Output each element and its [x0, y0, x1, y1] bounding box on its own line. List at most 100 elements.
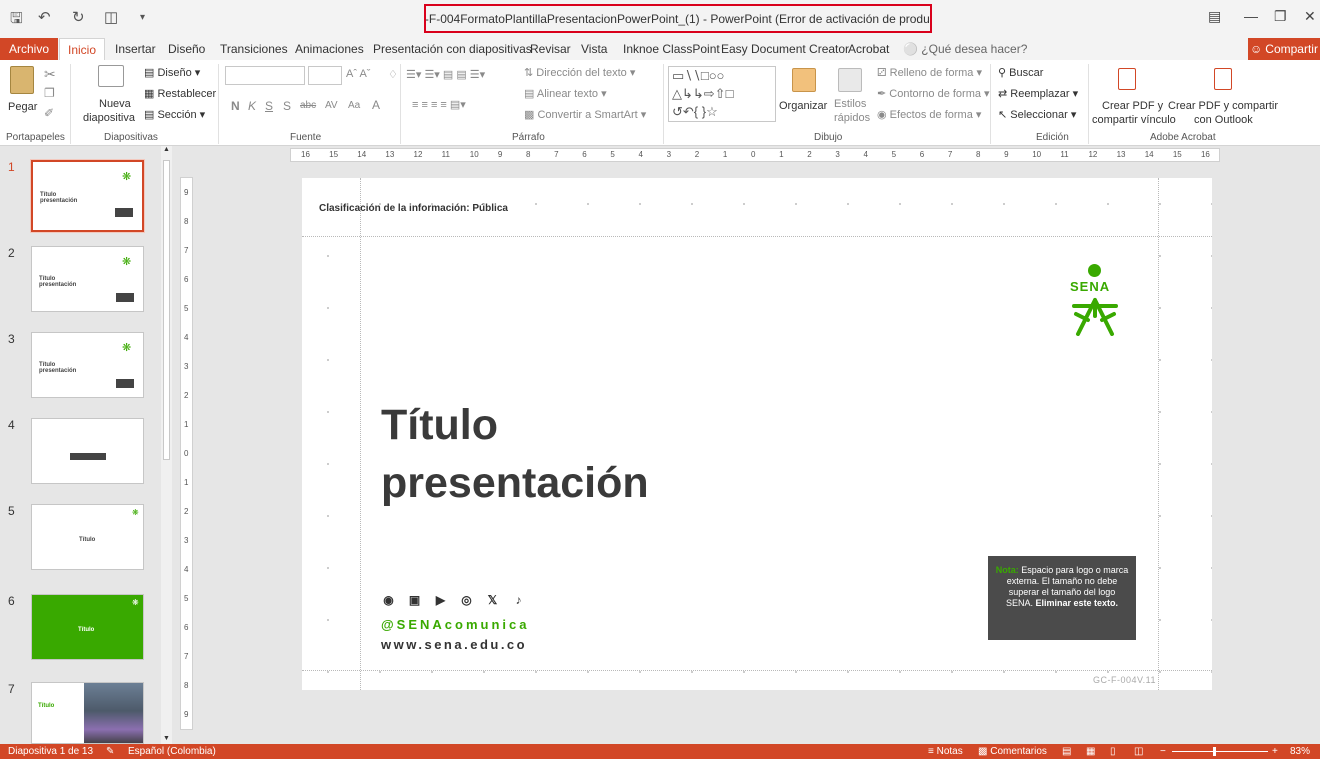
- slideshow-icon[interactable]: ◫: [1134, 746, 1143, 757]
- layout-button[interactable]: ▤ Diseño ▾: [144, 66, 200, 79]
- tell-me-search[interactable]: ⚪ ¿Qué desea hacer?: [903, 42, 1027, 56]
- align-text-button[interactable]: ▤ Alinear texto ▾: [524, 87, 607, 100]
- tab-easy-document[interactable]: Easy Document Creator: [721, 42, 849, 56]
- thumbnail-slide-3[interactable]: Título presentación ❋: [31, 332, 144, 398]
- italic-button[interactable]: K: [248, 99, 256, 113]
- tab-classpoint[interactable]: Inknoe ClassPoint: [623, 42, 720, 56]
- pdf-link-icon[interactable]: [1118, 68, 1136, 90]
- scroll-up-icon[interactable]: ▲: [163, 146, 170, 153]
- sena-logo[interactable]: SENA: [1064, 264, 1124, 336]
- instagram-icon[interactable]: ◎: [459, 593, 474, 608]
- pdf-outlook-icon[interactable]: [1214, 68, 1232, 90]
- font-size-select[interactable]: [308, 66, 342, 85]
- change-case-button[interactable]: Aa: [348, 100, 360, 111]
- reading-view-icon[interactable]: ▯: [1110, 746, 1116, 757]
- thumbnail-slide-7[interactable]: Título: [31, 682, 144, 744]
- zoom-out-button[interactable]: −: [1160, 746, 1166, 757]
- tab-vista[interactable]: Vista: [581, 42, 607, 56]
- facebook-icon[interactable]: ◉: [381, 593, 396, 608]
- tab-inicio[interactable]: Inicio: [59, 38, 105, 61]
- undo-icon[interactable]: ↶: [38, 8, 51, 26]
- align-icons[interactable]: ≡ ≡ ≡ ≡ ▤▾: [412, 98, 466, 111]
- ribbon-options-icon[interactable]: ▤: [1208, 8, 1221, 25]
- x-icon[interactable]: 𝕏: [485, 593, 500, 608]
- tiktok-icon[interactable]: ♪: [511, 593, 526, 608]
- shadow-button[interactable]: S: [283, 99, 291, 113]
- pdf-link-button[interactable]: Crear PDF y: [1102, 100, 1163, 112]
- tab-animaciones[interactable]: Animaciones: [295, 42, 364, 56]
- social-handle[interactable]: @SENAcomunica: [381, 617, 529, 632]
- zoom-slider[interactable]: [1172, 751, 1268, 752]
- quick-styles-icon[interactable]: [838, 68, 862, 92]
- arrange-icon[interactable]: [792, 68, 816, 92]
- grow-font-icon[interactable]: Aˆ Aˇ: [346, 68, 370, 80]
- new-slide-button[interactable]: Nueva: [99, 98, 131, 110]
- thumbnail-slide-4[interactable]: [31, 418, 144, 484]
- quick-styles-button[interactable]: Estilos: [834, 98, 866, 110]
- document-code[interactable]: GC-F-004V.11: [1093, 675, 1156, 685]
- pdf-link-label[interactable]: compartir vínculo: [1092, 114, 1176, 126]
- new-slide-icon[interactable]: [98, 65, 124, 87]
- scroll-down-icon[interactable]: ▼: [163, 735, 170, 742]
- tab-revisar[interactable]: Revisar: [530, 42, 571, 56]
- pdf-outlook-button[interactable]: Crear PDF y compartir: [1168, 100, 1278, 112]
- tab-acrobat[interactable]: Acrobat: [848, 42, 889, 56]
- select-button[interactable]: ↖ Seleccionar ▾: [998, 108, 1076, 121]
- new-slide-label[interactable]: diapositiva: [83, 112, 135, 124]
- slide-title[interactable]: Título presentación: [381, 396, 649, 512]
- format-painter-icon[interactable]: ✐: [44, 106, 54, 120]
- copy-icon[interactable]: ❐: [44, 86, 55, 100]
- website-text[interactable]: www.sena.edu.co: [381, 637, 527, 652]
- text-direction-button[interactable]: ⇅ Dirección del texto ▾: [524, 66, 635, 79]
- spellcheck-icon[interactable]: ✎: [106, 746, 114, 757]
- shapes-gallery[interactable]: ▭∖∖□○○ △↳↳⇨⇧□ ↺↶{ }☆: [668, 66, 776, 122]
- slide-sorter-icon[interactable]: ▦: [1086, 746, 1095, 757]
- reset-button[interactable]: ▦ Restablecer: [144, 87, 216, 100]
- classification-label[interactable]: Clasificación de la información: Pública: [319, 203, 508, 214]
- font-color-button[interactable]: A: [372, 98, 380, 112]
- bullets-icon[interactable]: ☰▾ ☰▾ ▤ ▤ ☰▾: [406, 68, 485, 81]
- restore-button[interactable]: ❐: [1274, 8, 1287, 25]
- section-button[interactable]: ▤ Sección ▾: [144, 108, 205, 121]
- slide-counter[interactable]: Diapositiva 1 de 13: [8, 746, 93, 757]
- share-button[interactable]: ☺ Compartir: [1248, 38, 1320, 60]
- find-button[interactable]: ⚲ Buscar: [998, 66, 1043, 79]
- thumbnail-slide-1[interactable]: Título presentación ❋: [30, 159, 145, 233]
- font-family-select[interactable]: [225, 66, 305, 85]
- zoom-in-button[interactable]: +: [1272, 746, 1278, 757]
- strikethrough-button[interactable]: abc: [300, 100, 316, 111]
- replace-button[interactable]: ⇄ Reemplazar ▾: [998, 87, 1078, 100]
- language-indicator[interactable]: Español (Colombia): [128, 746, 216, 757]
- close-button[interactable]: ✕: [1304, 8, 1316, 25]
- thumbnail-scrollbar[interactable]: ▲ ▼: [161, 146, 172, 744]
- redo-icon[interactable]: ↻: [72, 8, 85, 26]
- slide-canvas[interactable]: Clasificación de la información: Pública…: [302, 178, 1212, 690]
- save-icon[interactable]: 🖫: [10, 8, 23, 33]
- thumbnail-slide-2[interactable]: Título presentación ❋: [31, 246, 144, 312]
- normal-view-icon[interactable]: ▤: [1062, 746, 1071, 757]
- customize-toolbar-icon[interactable]: ▾: [140, 12, 145, 23]
- zoom-level[interactable]: 83%: [1290, 746, 1310, 757]
- present-icon[interactable]: ◫: [104, 8, 118, 26]
- youtube-icon[interactable]: ▶: [433, 593, 448, 608]
- paste-icon[interactable]: [10, 66, 34, 94]
- notes-button[interactable]: ≡ Notas: [928, 746, 963, 757]
- pdf-outlook-label[interactable]: con Outlook: [1194, 114, 1253, 126]
- scrollbar-thumb[interactable]: [163, 160, 170, 460]
- arrange-button[interactable]: Organizar: [779, 100, 827, 112]
- underline-button[interactable]: S: [265, 99, 273, 113]
- tab-archivo[interactable]: Archivo: [0, 38, 58, 60]
- zoom-slider-thumb[interactable]: [1213, 747, 1216, 756]
- linkedin-icon[interactable]: ▣: [407, 593, 422, 608]
- thumbnail-slide-6[interactable]: Título ❋: [31, 594, 144, 660]
- clear-format-icon[interactable]: ♢: [388, 68, 398, 81]
- note-box[interactable]: Nota: Espacio para logo o marca externa.…: [988, 556, 1136, 640]
- tab-transiciones[interactable]: Transiciones: [220, 42, 288, 56]
- char-spacing-button[interactable]: AV: [325, 100, 338, 111]
- quick-styles-label[interactable]: rápidos: [834, 112, 870, 124]
- shape-outline-button[interactable]: ✒ Contorno de forma ▾: [877, 87, 990, 100]
- tab-insertar[interactable]: Insertar: [115, 42, 156, 56]
- cut-icon[interactable]: ✂: [44, 66, 56, 83]
- smartart-button[interactable]: ▩ Convertir a SmartArt ▾: [524, 108, 646, 121]
- shape-effects-button[interactable]: ◉ Efectos de forma ▾: [877, 108, 981, 121]
